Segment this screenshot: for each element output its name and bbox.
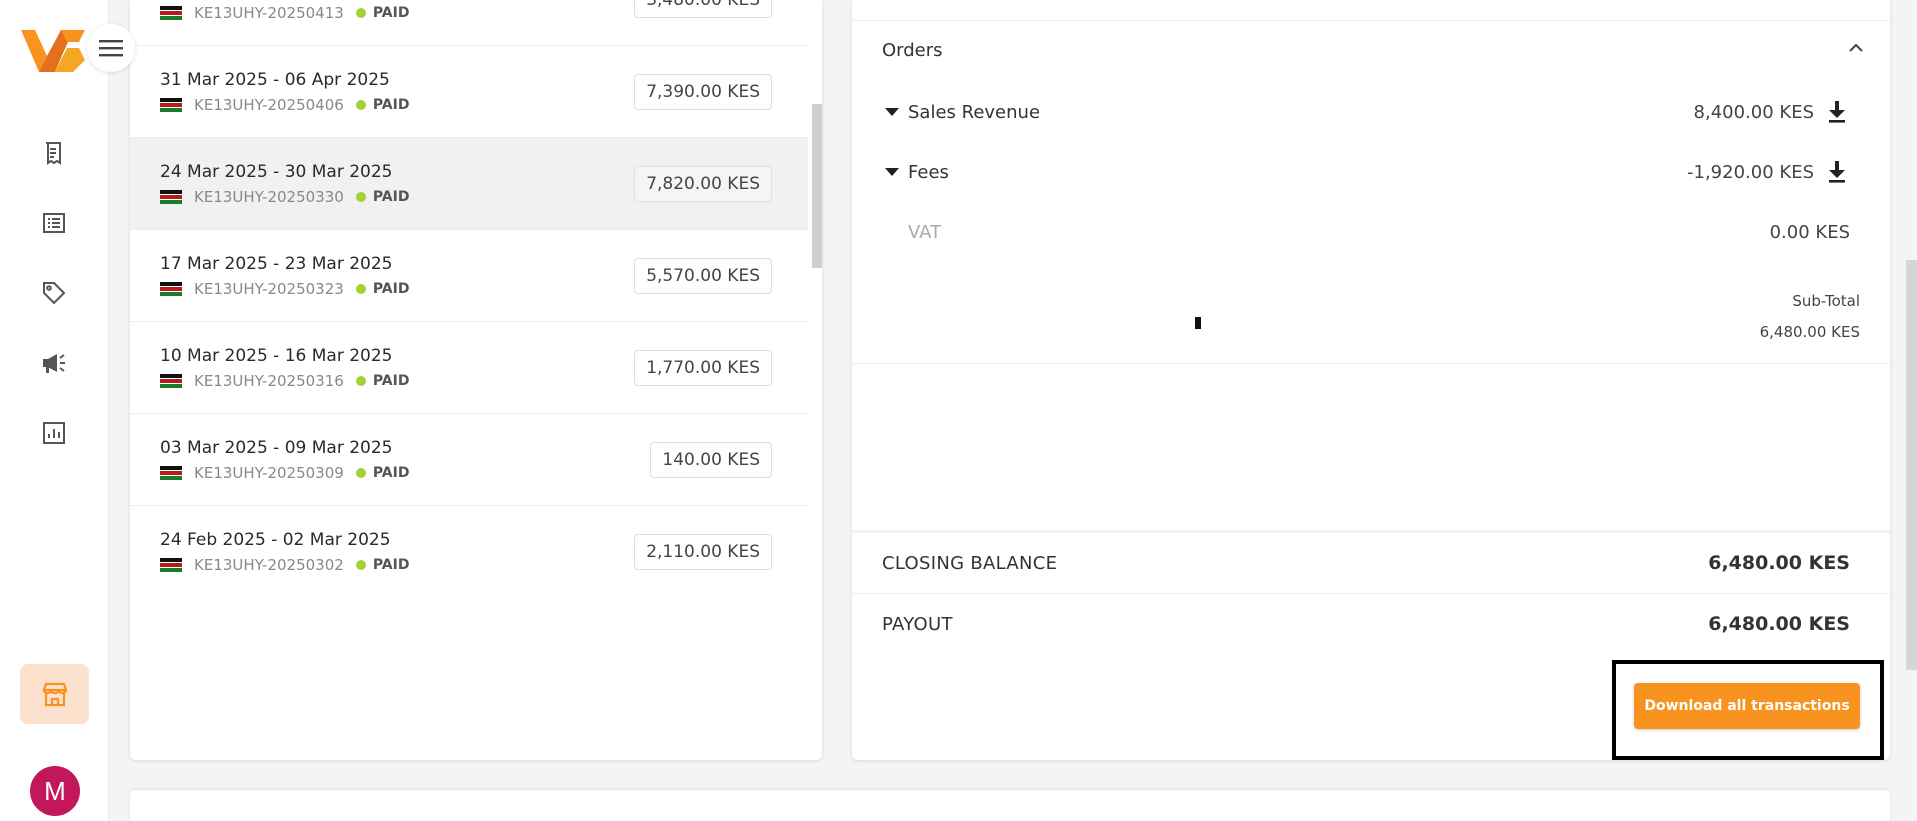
fees-row: Fees -1,920.00 KES	[882, 157, 1850, 187]
statement-period: 31 Mar 2025 - 06 Apr 2025	[160, 70, 390, 90]
kenya-flag-icon	[160, 374, 182, 388]
list-scrollbar[interactable]	[812, 104, 822, 268]
statement-row[interactable]: KE13UHY-20250413 PAID 3,480.00 KES	[130, 0, 808, 46]
status-badge: PAID	[372, 189, 410, 205]
closing-balance-row: CLOSING BALANCE 6,480.00 KES	[882, 548, 1850, 578]
store-icon	[42, 682, 67, 707]
statement-amount: 140.00 KES	[650, 442, 772, 478]
statement-details: Orders Sales Revenue 8,400.00 KES Fees -…	[852, 0, 1890, 760]
bottom-card	[130, 790, 1890, 821]
statement-amount: 3,480.00 KES	[634, 0, 772, 18]
status-badge: PAID	[372, 5, 410, 21]
vat-value: 0.00 KES	[1769, 221, 1850, 243]
payout-row: PAYOUT 6,480.00 KES	[882, 609, 1850, 639]
caret-down-icon[interactable]	[882, 162, 902, 182]
subtotal-label: Sub-Total	[1792, 292, 1860, 310]
report-icon[interactable]	[39, 418, 69, 448]
status-dot	[355, 560, 366, 570]
statement-period: 24 Mar 2025 - 30 Mar 2025	[160, 162, 393, 182]
statement-amount: 2,110.00 KES	[634, 534, 772, 570]
chevron-up-icon[interactable]	[1844, 36, 1868, 60]
download-icon[interactable]	[1824, 99, 1850, 125]
statement-ref: KE13UHY-20250309	[194, 464, 344, 482]
orders-section-title: Orders	[882, 40, 943, 61]
fees-label: Fees	[908, 161, 949, 183]
closing-balance-label: CLOSING BALANCE	[882, 552, 1058, 574]
kenya-flag-icon	[160, 98, 182, 112]
sidebar: M	[0, 0, 109, 821]
statement-row[interactable]: 10 Mar 2025 - 16 Mar 2025 KE13UHY-202503…	[130, 322, 808, 414]
statement-ref: KE13UHY-20250323	[194, 280, 344, 298]
statement-ref: KE13UHY-20250413	[194, 4, 344, 22]
tag-icon[interactable]	[39, 278, 69, 308]
statement-ref: KE13UHY-20250406	[194, 96, 344, 114]
divider	[852, 530, 1890, 533]
sales-revenue-label: Sales Revenue	[908, 101, 1041, 123]
subtotal-value: 6,480.00 KES	[1759, 323, 1860, 341]
statement-amount: 7,820.00 KES	[634, 166, 772, 202]
statement-row[interactable]: 24 Feb 2025 - 02 Mar 2025 KE13UHY-202503…	[130, 506, 808, 598]
vat-label: VAT	[908, 221, 942, 243]
status-badge: PAID	[372, 97, 410, 113]
status-dot	[355, 284, 366, 294]
store-button[interactable]	[20, 664, 89, 724]
statement-period: 17 Mar 2025 - 23 Mar 2025	[160, 254, 393, 274]
list-icon[interactable]	[39, 208, 69, 238]
receipt-icon[interactable]	[39, 139, 69, 169]
status-badge: PAID	[372, 557, 410, 573]
divider	[852, 363, 1890, 364]
kenya-flag-icon	[160, 190, 182, 204]
menu-toggle-button[interactable]	[87, 24, 135, 72]
status-dot	[355, 468, 366, 478]
divider	[852, 593, 1890, 594]
closing-balance-value: 6,480.00 KES	[1708, 552, 1850, 574]
vat-row: VAT 0.00 KES	[882, 217, 1850, 247]
statement-amount: 5,570.00 KES	[634, 258, 772, 294]
kenya-flag-icon	[160, 282, 182, 296]
status-badge: PAID	[372, 281, 410, 297]
status-dot	[355, 100, 366, 110]
statements-list: KE13UHY-20250413 PAID 3,480.00 KES 31 Mar…	[130, 0, 822, 760]
statement-row[interactable]: 31 Mar 2025 - 06 Apr 2025 KE13UHY-202504…	[130, 46, 808, 138]
status-dot	[355, 8, 366, 18]
sales-revenue-row: Sales Revenue 8,400.00 KES	[882, 97, 1850, 127]
caret-down-icon[interactable]	[882, 102, 902, 122]
kenya-flag-icon	[160, 558, 182, 572]
megaphone-icon[interactable]	[39, 348, 69, 378]
download-all-transactions-button[interactable]: Download all transactions	[1634, 683, 1860, 729]
statement-row[interactable]: 03 Mar 2025 - 09 Mar 2025 KE13UHY-202503…	[130, 414, 808, 506]
page-scrollbar[interactable]	[1906, 260, 1917, 670]
statement-row-selected[interactable]: 24 Mar 2025 - 30 Mar 2025 KE13UHY-202503…	[130, 138, 808, 230]
kenya-flag-icon	[160, 466, 182, 480]
status-badge: PAID	[372, 465, 410, 481]
payout-label: PAYOUT	[882, 613, 953, 635]
status-dot	[355, 192, 366, 202]
status-badge: PAID	[372, 373, 410, 389]
download-icon[interactable]	[1824, 159, 1850, 185]
statement-period: 24 Feb 2025 - 02 Mar 2025	[160, 530, 391, 550]
statement-ref: KE13UHY-20250302	[194, 556, 344, 574]
text-cursor	[1195, 317, 1201, 329]
brand-logo[interactable]	[21, 26, 87, 74]
sales-revenue-value: 8,400.00 KES	[1693, 101, 1814, 123]
status-dot	[355, 376, 366, 386]
user-avatar[interactable]: M	[30, 766, 80, 816]
hamburger-icon	[99, 40, 123, 57]
fees-value: -1,920.00 KES	[1687, 161, 1814, 183]
divider	[852, 20, 1890, 21]
kenya-flag-icon	[160, 6, 182, 20]
statement-amount: 1,770.00 KES	[634, 350, 772, 386]
statement-row[interactable]: 17 Mar 2025 - 23 Mar 2025 KE13UHY-202503…	[130, 230, 808, 322]
statement-period: 03 Mar 2025 - 09 Mar 2025	[160, 438, 393, 458]
statement-ref: KE13UHY-20250316	[194, 372, 344, 390]
statement-amount: 7,390.00 KES	[634, 74, 772, 110]
payout-value: 6,480.00 KES	[1708, 613, 1850, 635]
statement-period: 10 Mar 2025 - 16 Mar 2025	[160, 346, 393, 366]
statement-ref: KE13UHY-20250330	[194, 188, 344, 206]
